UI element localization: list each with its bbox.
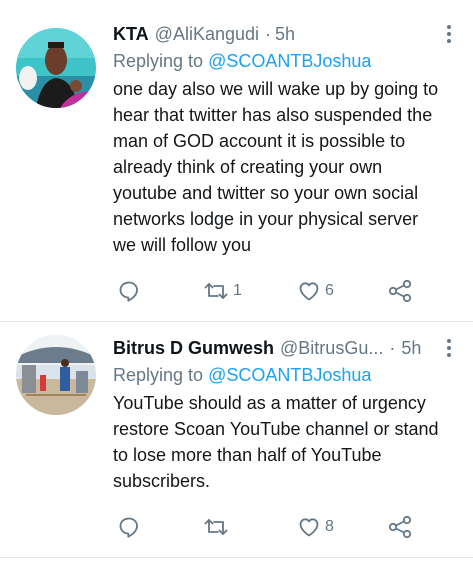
reply-icon <box>119 281 138 302</box>
more-options-icon[interactable] <box>439 20 459 48</box>
author-handle[interactable]: @BitrusGu... <box>280 338 383 359</box>
retweet-icon <box>204 283 228 299</box>
replying-to: Replying to @SCOANTBJoshua <box>113 48 461 74</box>
tweet-header: KTA @AliKangudi · 5h <box>113 20 461 48</box>
retweet-button[interactable] <box>203 512 233 542</box>
replying-to: Replying to @SCOANTBJoshua <box>113 362 461 388</box>
mention-link[interactable]: @SCOANTBJoshua <box>208 51 371 71</box>
separator-dot: · <box>389 337 396 358</box>
tweet-text: one day also we will wake up by going to… <box>113 79 439 255</box>
retweet-count: 1 <box>233 282 242 299</box>
reply-icon <box>119 517 138 538</box>
replying-prefix: Replying to <box>113 365 209 385</box>
like-icon <box>299 518 319 537</box>
avatar-photo <box>16 28 96 108</box>
author-handle[interactable]: @AliKangudi <box>155 24 259 45</box>
like-count: 6 <box>325 282 334 299</box>
tweet-actions: 8 <box>113 512 433 542</box>
retweet-icon <box>204 519 228 535</box>
reply-button[interactable] <box>117 276 141 306</box>
tweet-actions: 1 6 <box>113 276 433 306</box>
avatar[interactable] <box>16 335 96 415</box>
like-count: 8 <box>325 518 334 535</box>
share-icon <box>388 279 412 303</box>
replying-prefix: Replying to <box>113 51 209 71</box>
mention-link[interactable]: @SCOANTBJoshua <box>208 365 371 385</box>
like-button[interactable]: 8 <box>297 512 334 542</box>
tweet-content: KTA @AliKangudi · 5h Replying to @SCOANT… <box>113 20 461 258</box>
reply-button[interactable] <box>117 512 141 542</box>
avatar-photo <box>16 335 96 415</box>
tweet-content: Bitrus D Gumwesh @BitrusGu... · 5h Reply… <box>113 334 461 494</box>
retweet-button[interactable]: 1 <box>203 276 242 306</box>
like-icon <box>299 282 319 301</box>
share-button[interactable] <box>387 512 413 542</box>
author-name[interactable]: Bitrus D Gumwesh <box>113 338 274 359</box>
author-name[interactable]: KTA <box>113 24 149 45</box>
separator-dot: · <box>265 23 272 44</box>
more-options-icon[interactable] <box>439 334 459 362</box>
timestamp[interactable]: 5h <box>401 338 421 359</box>
tweet-header: Bitrus D Gumwesh @BitrusGu... · 5h <box>113 334 461 362</box>
share-button[interactable] <box>387 276 413 306</box>
avatar[interactable] <box>16 28 96 108</box>
timestamp[interactable]: 5h <box>275 24 295 45</box>
tweet-text: YouTube should as a matter of urgency re… <box>113 393 439 491</box>
divider <box>0 557 473 558</box>
like-button[interactable]: 6 <box>297 276 334 306</box>
tweet[interactable]: KTA @AliKangudi · 5h Replying to @SCOANT… <box>0 0 473 321</box>
share-icon <box>388 515 412 539</box>
